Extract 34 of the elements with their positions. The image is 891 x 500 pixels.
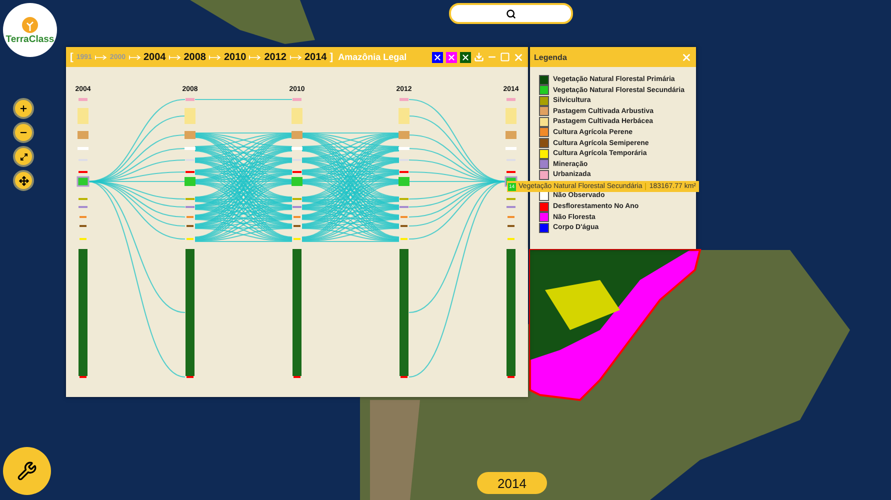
arrow-icon [128, 54, 140, 60]
tree-icon [21, 16, 39, 34]
year-tab[interactable]: 2012 [264, 52, 286, 62]
close-icon [513, 52, 524, 62]
legend-title: Legenda [534, 52, 567, 62]
close-icon [681, 52, 692, 62]
move-icon [18, 176, 28, 186]
maximize-icon [500, 52, 510, 62]
logo-text: TerraClass [6, 34, 54, 44]
year-tab[interactable]: 2014 [304, 52, 327, 62]
year-tab[interactable]: 2010 [224, 52, 246, 62]
plus-icon [19, 104, 28, 113]
download-icon [474, 52, 484, 62]
bracket: ] [330, 52, 334, 62]
arrow-icon [168, 54, 181, 60]
arrow-icon [249, 54, 262, 60]
filter-toggle-button[interactable] [460, 52, 471, 62]
year-badge: 2014 [477, 472, 547, 494]
bracket: [ [70, 52, 74, 62]
diagonal-arrows-icon [20, 152, 28, 160]
window-title: Amazônia Legal [338, 52, 408, 62]
search-field[interactable] [449, 3, 573, 24]
search-icon [506, 8, 516, 18]
arrow-icon [94, 54, 107, 60]
filter-toggle-button[interactable] [432, 52, 443, 62]
x-icon [461, 52, 470, 62]
year-tab[interactable]: 2008 [184, 52, 206, 62]
x-icon [447, 52, 456, 62]
filter-toggle-button[interactable] [446, 52, 457, 62]
x-icon [433, 52, 442, 62]
year-tab[interactable]: 2004 [144, 52, 166, 62]
wrench-icon [17, 461, 37, 481]
arrow-icon [209, 54, 221, 60]
arrow-icon [290, 54, 302, 60]
